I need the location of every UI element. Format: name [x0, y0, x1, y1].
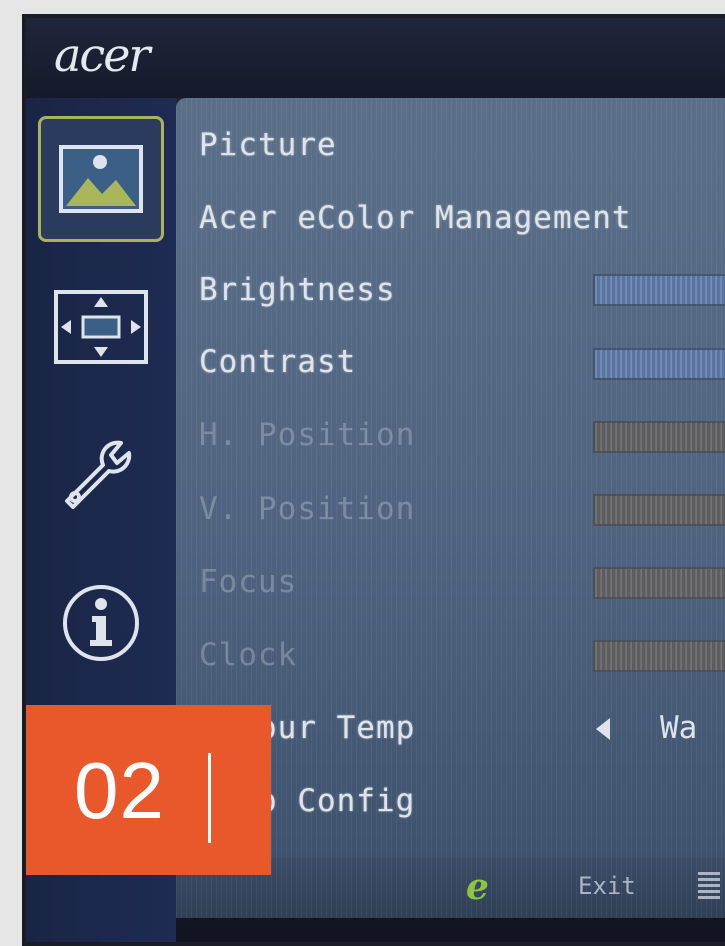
- brightness-slider[interactable]: [593, 274, 725, 306]
- colour-temp-value: Wa: [660, 710, 698, 746]
- menu-item-contrast[interactable]: Contrast: [199, 342, 356, 382]
- clock-slider: [593, 640, 725, 672]
- step-number: 02: [74, 746, 165, 835]
- sidebar-item-position[interactable]: [38, 264, 164, 390]
- menu-item-v-position: V. Position: [199, 491, 416, 527]
- colour-temp-left-arrow-icon[interactable]: [596, 718, 610, 740]
- menu-item-brightness[interactable]: Brightness: [199, 270, 396, 310]
- menu-item-ecolor-management[interactable]: Acer eColor Management: [199, 198, 632, 238]
- info-icon: [63, 585, 139, 661]
- badge-divider: [208, 753, 211, 843]
- sidebar-item-settings[interactable]: [38, 412, 164, 538]
- sidebar-item-info[interactable]: [38, 560, 164, 686]
- h-position-slider: [593, 421, 725, 453]
- osd-header: acer: [26, 18, 725, 98]
- position-icon: [54, 290, 148, 364]
- menu-item-h-position: H. Position: [199, 417, 416, 453]
- sidebar-item-picture[interactable]: [38, 116, 164, 242]
- menu-item-focus: Focus: [199, 564, 298, 600]
- exit-label[interactable]: Exit: [578, 872, 636, 900]
- contrast-slider[interactable]: [593, 348, 725, 380]
- picture-icon: [59, 145, 143, 213]
- eco-e-icon[interactable]: e: [466, 866, 489, 908]
- focus-slider: [593, 567, 725, 599]
- step-badge: 02: [26, 705, 271, 875]
- acer-logo: acer: [54, 28, 150, 82]
- wrench-icon: [65, 440, 132, 509]
- v-position-slider: [593, 494, 725, 526]
- menu-title-picture: Picture: [199, 127, 337, 163]
- menu-icon[interactable]: [698, 872, 720, 900]
- menu-item-clock: Clock: [199, 637, 298, 673]
